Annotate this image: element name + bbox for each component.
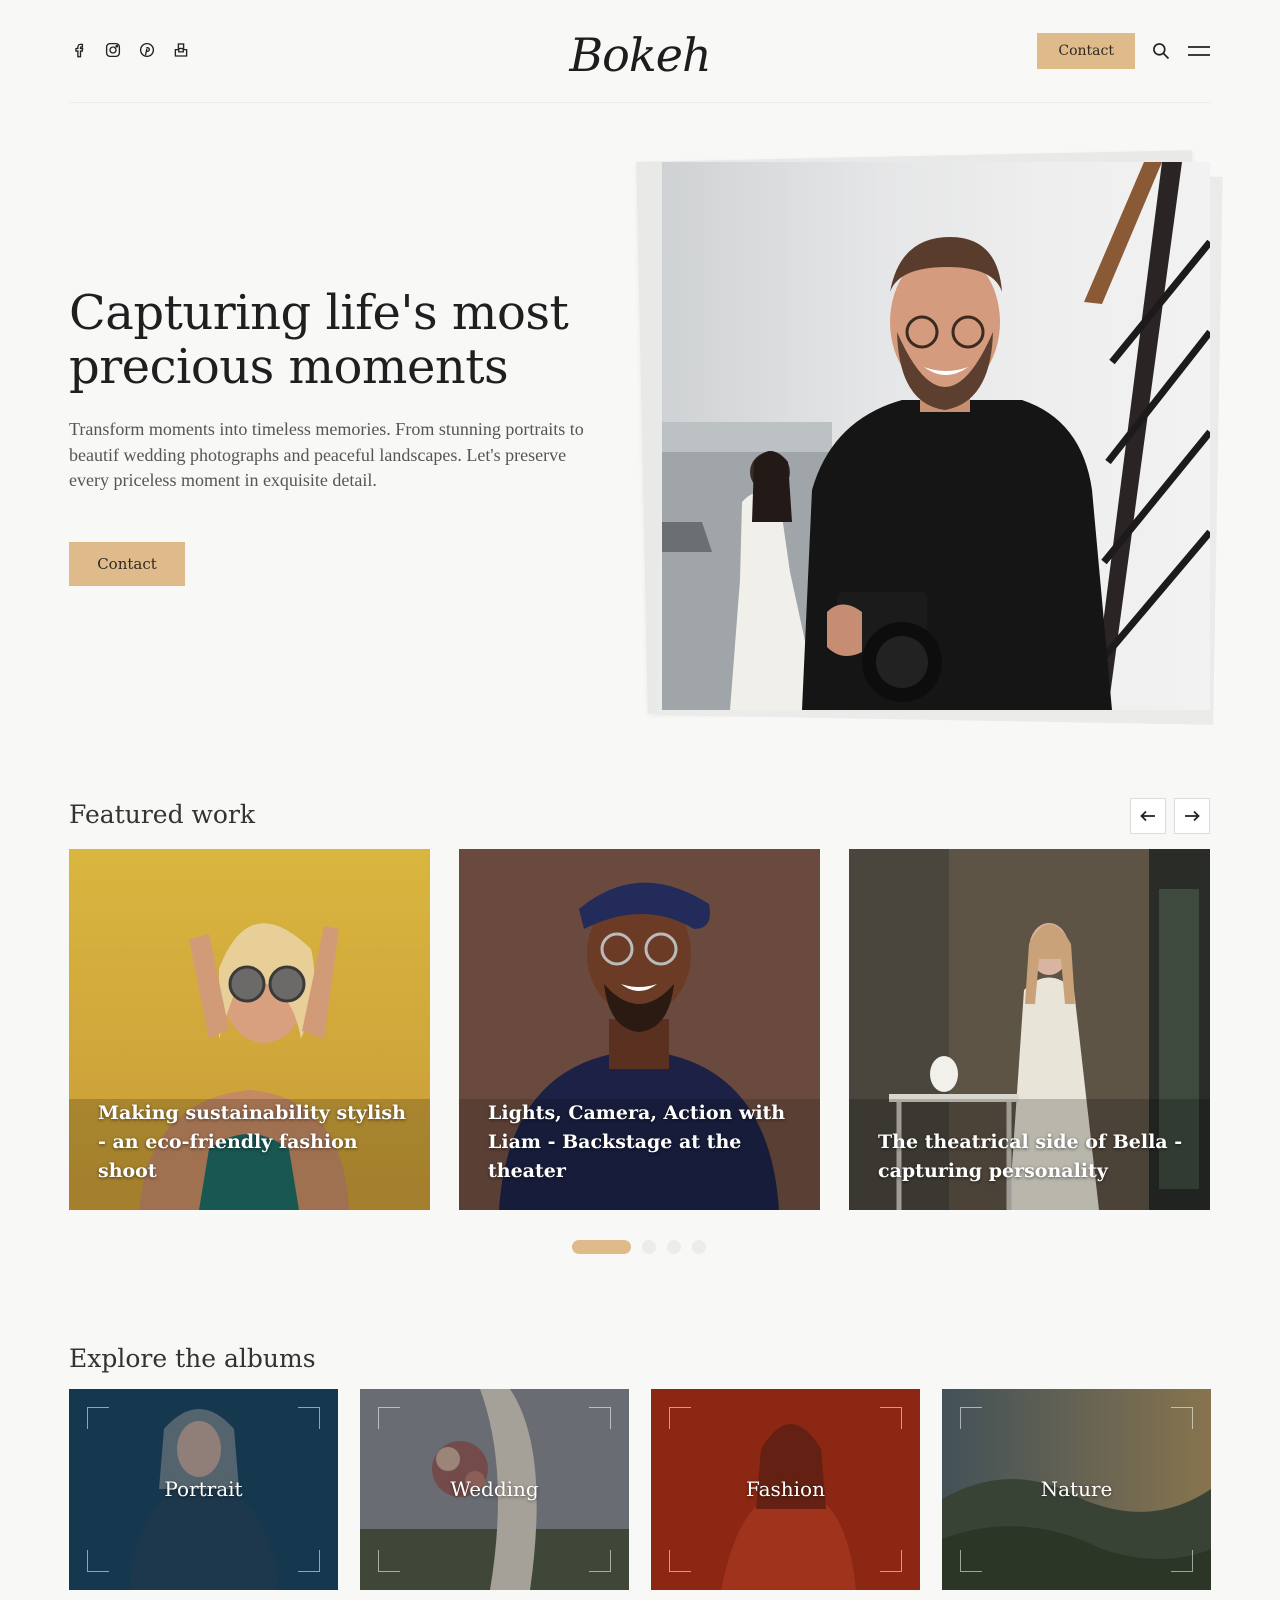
featured-card-backstage[interactable]: Lights, Camera, Action with Liam - Backs… [459, 849, 820, 1210]
featured-card-caption: The theatrical side of Bella - capturing… [878, 1131, 1183, 1182]
search-icon[interactable] [1149, 39, 1173, 63]
album-nature[interactable]: Nature [942, 1389, 1211, 1590]
carousel-dot-1[interactable] [572, 1240, 631, 1254]
hero-photo-frame [636, 150, 1232, 730]
album-label: Fashion [746, 1477, 825, 1501]
album-portrait[interactable]: Portrait [69, 1389, 338, 1590]
featured-title: Featured work [69, 800, 256, 829]
prev-arrow-button[interactable] [1130, 798, 1166, 834]
frame-corner [298, 1550, 320, 1572]
album-fashion[interactable]: Fashion [651, 1389, 920, 1590]
unsplash-icon[interactable] [171, 40, 191, 60]
featured-card-fashion-shoot[interactable]: Making sustainability stylish - an eco-f… [69, 849, 430, 1210]
frame-corner [960, 1407, 982, 1429]
header-contact-button[interactable]: Contact [1037, 33, 1135, 69]
frame-corner [378, 1407, 400, 1429]
frame-corner [298, 1407, 320, 1429]
featured-card-caption: Lights, Camera, Action with Liam - Backs… [488, 1102, 786, 1182]
hero-photo-photographer [662, 162, 1210, 710]
frame-corner [960, 1550, 982, 1572]
frame-corner [1171, 1407, 1193, 1429]
frame-corner [880, 1407, 902, 1429]
frame-corner [669, 1550, 691, 1572]
album-label: Nature [1040, 1477, 1113, 1501]
frame-corner [87, 1550, 109, 1572]
hero-contact-button[interactable]: Contact [69, 542, 185, 586]
social-links [69, 40, 191, 60]
album-wedding[interactable]: Wedding [360, 1389, 629, 1590]
arrow-left-icon [1140, 810, 1155, 822]
frame-corner [880, 1550, 902, 1572]
album-label: Portrait [164, 1477, 243, 1501]
site-header: Bokeh Contact [69, 28, 1211, 82]
instagram-icon[interactable] [103, 40, 123, 60]
carousel-dot-2[interactable] [642, 1240, 656, 1254]
facebook-icon[interactable] [69, 40, 89, 60]
frame-corner [669, 1407, 691, 1429]
hero-title: Capturing life's most precious moments [69, 285, 569, 395]
carousel-dot-3[interactable] [667, 1240, 681, 1254]
featured-card-bella[interactable]: The theatrical side of Bella - capturing… [849, 849, 1210, 1210]
next-arrow-button[interactable] [1174, 798, 1210, 834]
frame-corner [378, 1550, 400, 1572]
hero-description: Transform moments into timeless memories… [69, 419, 584, 490]
frame-corner [87, 1407, 109, 1429]
pinterest-icon[interactable] [137, 40, 157, 60]
frame-corner [1171, 1550, 1193, 1572]
header-actions: Contact [1037, 33, 1211, 69]
album-label: Wedding [450, 1477, 539, 1501]
site-logo[interactable]: Bokeh [569, 28, 711, 82]
frame-corner [589, 1407, 611, 1429]
carousel-pagination [572, 1240, 706, 1254]
featured-card-caption: Making sustainability stylish - an eco-f… [98, 1102, 406, 1182]
albums-title: Explore the albums [69, 1344, 316, 1373]
frame-corner [589, 1550, 611, 1572]
header-divider [69, 102, 1211, 103]
menu-icon[interactable] [1187, 39, 1211, 63]
arrow-right-icon [1185, 810, 1200, 822]
carousel-dot-4[interactable] [692, 1240, 706, 1254]
